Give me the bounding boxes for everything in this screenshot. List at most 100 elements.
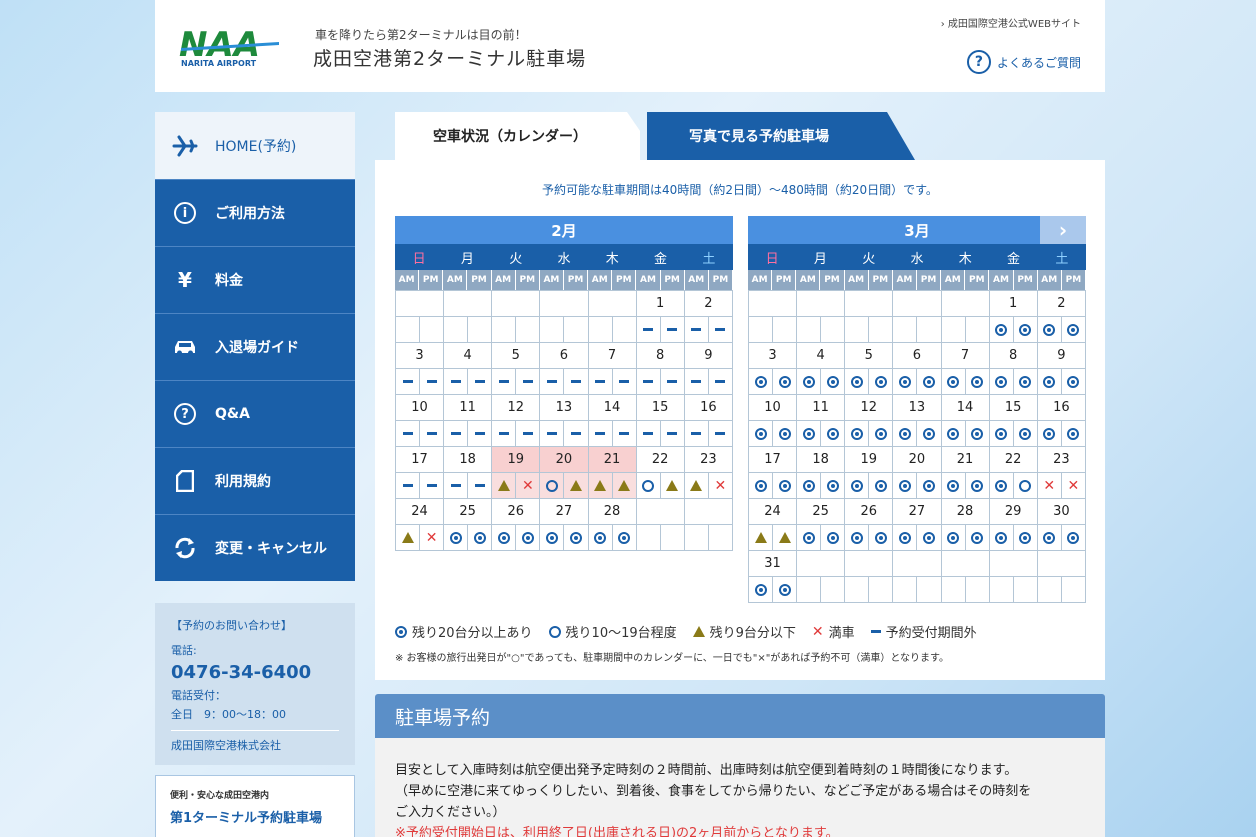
status-cell[interactable] [988,368,1014,395]
date-cell[interactable]: 29 [988,498,1038,525]
date-cell[interactable]: 11 [796,394,846,421]
date-cell[interactable]: 2 [683,290,734,317]
date-cell[interactable]: 17 [747,446,798,473]
status-cell[interactable] [563,472,589,499]
status-cell[interactable] [892,472,918,499]
status-cell[interactable] [1060,420,1087,447]
date-cell[interactable]: 8 [635,342,685,369]
date-cell[interactable]: 16 [1036,394,1087,421]
status-cell[interactable] [587,420,613,447]
nav-usage[interactable]: i ご利用方法 [155,179,355,246]
status-cell[interactable] [940,368,966,395]
status-cell[interactable] [491,368,517,395]
date-cell[interactable]: 4 [443,342,493,369]
status-cell[interactable] [844,524,870,551]
date-cell[interactable]: 26 [844,498,894,525]
date-cell[interactable]: 27 [539,498,589,525]
date-cell[interactable]: 13 [892,394,942,421]
status-cell[interactable] [683,420,709,447]
status-cell[interactable] [916,368,942,395]
status-cell[interactable] [611,524,637,551]
status-cell[interactable] [635,420,661,447]
status-cell[interactable] [539,472,565,499]
status-cell[interactable] [611,472,637,499]
date-cell[interactable]: 17 [394,446,445,473]
date-cell[interactable]: 3 [394,342,445,369]
nav-change-cancel[interactable]: 変更・キャンセル [155,514,355,581]
status-cell[interactable] [419,472,445,499]
status-cell[interactable] [796,368,822,395]
status-cell[interactable] [683,368,709,395]
status-cell[interactable] [539,524,565,551]
date-cell[interactable]: 6 [539,342,589,369]
status-cell[interactable] [772,472,798,499]
date-cell[interactable]: 22 [988,446,1038,473]
status-cell[interactable] [916,472,942,499]
date-cell[interactable]: 19 [491,446,541,473]
status-cell[interactable] [419,368,445,395]
status-cell[interactable] [443,368,469,395]
date-cell[interactable]: 25 [443,498,493,525]
status-cell[interactable] [659,368,685,395]
date-cell[interactable]: 6 [892,342,942,369]
status-cell[interactable] [419,420,445,447]
status-cell[interactable] [820,368,846,395]
status-cell[interactable] [563,420,589,447]
status-cell[interactable] [635,472,661,499]
date-cell[interactable]: 11 [443,394,493,421]
next-month-button[interactable]: › [1040,216,1086,244]
date-cell[interactable]: 10 [394,394,445,421]
date-cell[interactable]: 18 [796,446,846,473]
nav-home[interactable]: HOME(予約) [155,112,355,179]
date-cell[interactable]: 9 [1036,342,1087,369]
status-cell[interactable] [707,316,734,343]
status-cell[interactable] [964,524,990,551]
status-cell[interactable] [940,420,966,447]
status-cell[interactable] [1060,316,1087,343]
status-cell[interactable] [892,368,918,395]
date-cell[interactable]: 8 [988,342,1038,369]
status-cell[interactable] [868,368,894,395]
date-cell[interactable]: 31 [747,550,798,577]
status-cell[interactable] [964,472,990,499]
status-cell[interactable] [1012,420,1038,447]
date-cell[interactable]: 18 [443,446,493,473]
nav-guide[interactable]: 入退場ガイド [155,313,355,380]
status-cell[interactable] [796,420,822,447]
date-cell[interactable]: 1 [988,290,1038,317]
status-cell[interactable] [988,524,1014,551]
date-cell[interactable]: 23 [683,446,734,473]
status-cell[interactable] [1012,368,1038,395]
date-cell[interactable]: 24 [394,498,445,525]
status-cell[interactable] [394,368,421,395]
date-cell[interactable]: 14 [940,394,990,421]
status-cell[interactable]: ✕ [419,524,445,551]
status-cell[interactable] [1012,524,1038,551]
status-cell[interactable] [659,472,685,499]
date-cell[interactable]: 28 [587,498,637,525]
status-cell[interactable] [772,524,798,551]
status-cell[interactable] [491,472,517,499]
contact-tel[interactable]: 0476-34-6400 [171,662,339,683]
status-cell[interactable] [964,368,990,395]
status-cell[interactable] [868,524,894,551]
nav-qa[interactable]: ? Q&A [155,380,355,447]
date-cell[interactable]: 22 [635,446,685,473]
status-cell[interactable] [563,524,589,551]
faq-link[interactable]: ? よくあるご質問 [966,50,1081,74]
date-cell[interactable]: 12 [491,394,541,421]
date-cell[interactable]: 15 [635,394,685,421]
status-cell[interactable] [988,316,1014,343]
date-cell[interactable]: 25 [796,498,846,525]
date-cell[interactable]: 19 [844,446,894,473]
status-cell[interactable]: ✕ [1036,472,1062,499]
date-cell[interactable]: 12 [844,394,894,421]
status-cell[interactable] [515,368,541,395]
status-cell[interactable] [844,420,870,447]
status-cell[interactable]: ✕ [515,472,541,499]
date-cell[interactable]: 5 [491,342,541,369]
status-cell[interactable] [587,524,613,551]
status-cell[interactable] [467,472,493,499]
date-cell[interactable]: 5 [844,342,894,369]
date-cell[interactable]: 7 [587,342,637,369]
